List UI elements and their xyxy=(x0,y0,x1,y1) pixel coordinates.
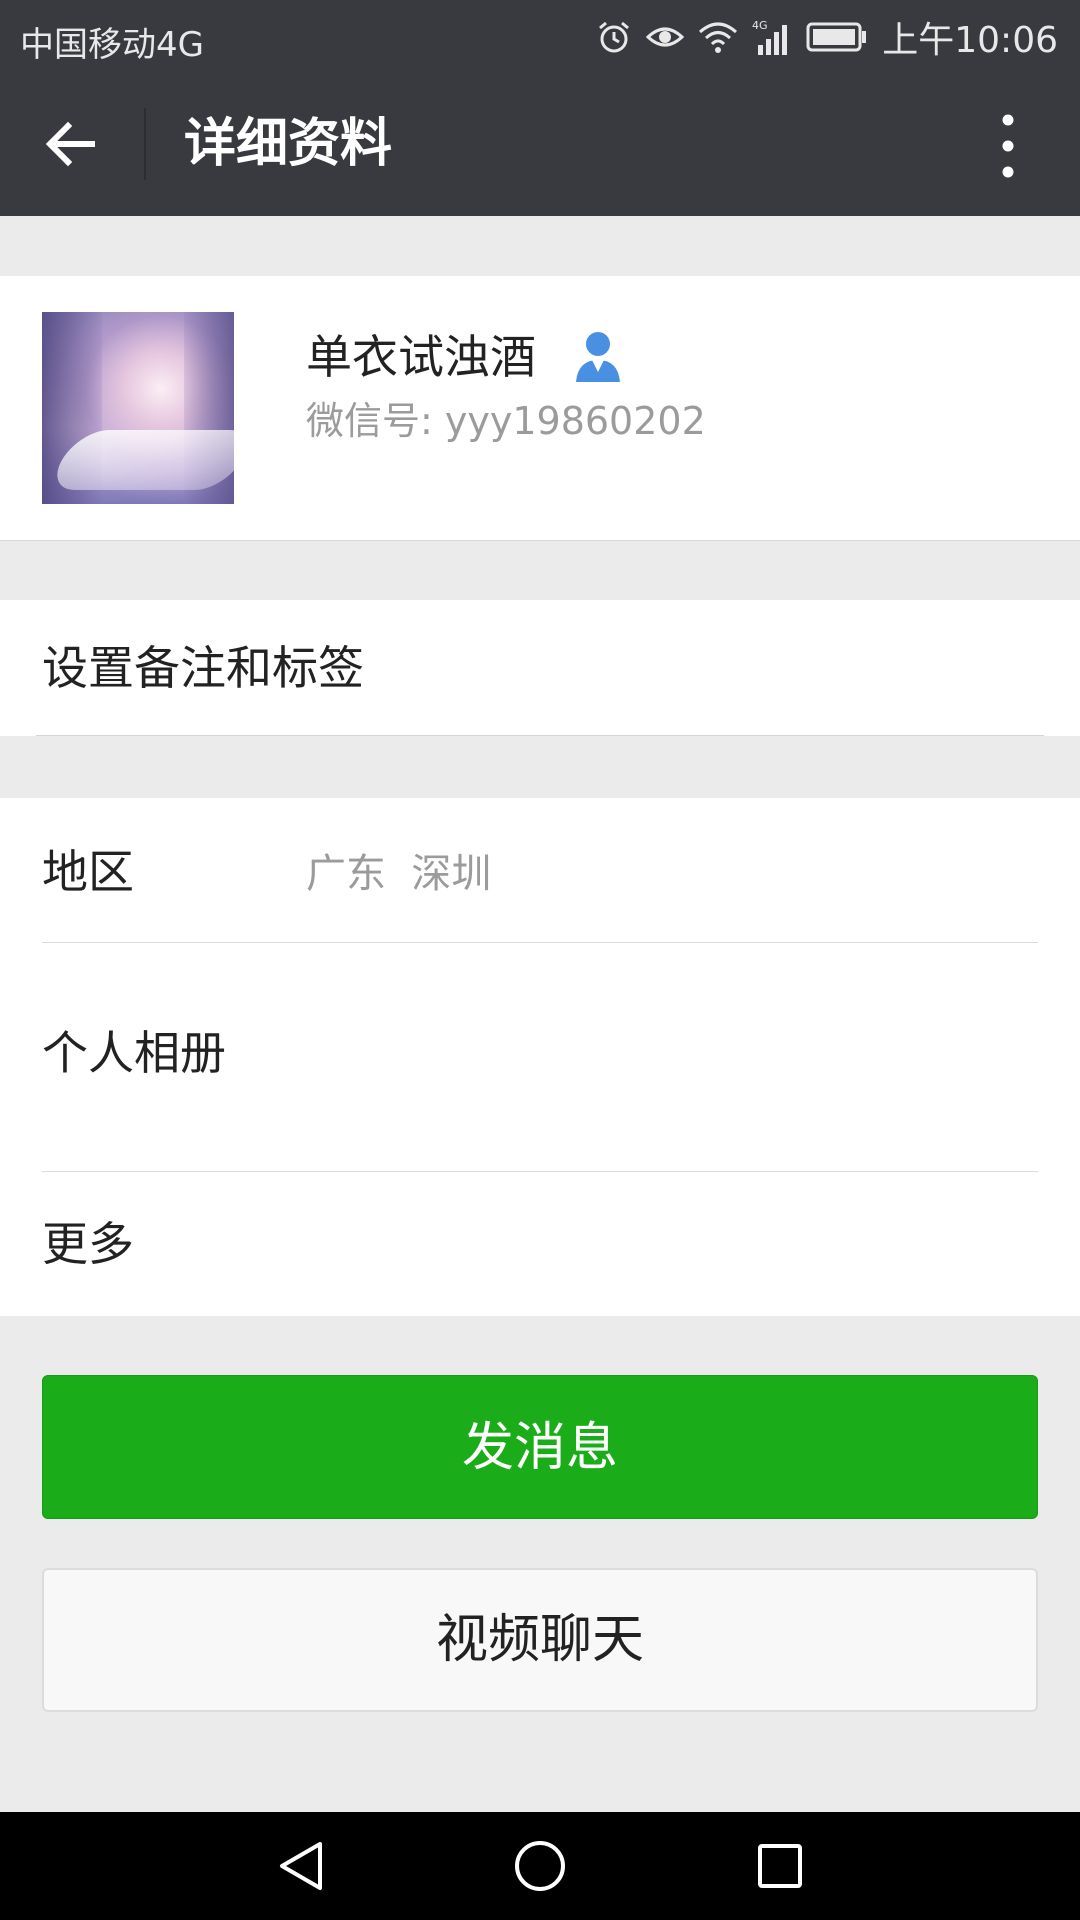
wifi-icon xyxy=(699,22,738,53)
divider xyxy=(36,735,1044,736)
alarm-icon xyxy=(599,21,630,53)
page-title: 详细资料 xyxy=(184,114,393,174)
back-arrow-icon[interactable] xyxy=(40,112,104,176)
home-circle-icon[interactable] xyxy=(510,1836,570,1896)
svg-text:4G: 4G xyxy=(752,19,768,32)
video-chat-button[interactable]: 视频聊天 xyxy=(42,1568,1038,1712)
appbar-divider xyxy=(144,108,146,180)
more-label: 更多 xyxy=(42,1217,134,1271)
app-bar: 详细资料 xyxy=(0,72,1080,216)
region-label: 地区 xyxy=(42,845,134,899)
avatar[interactable] xyxy=(42,312,234,504)
send-message-button[interactable]: 发消息 xyxy=(42,1375,1038,1519)
carrier-label: 中国移动4G xyxy=(20,25,204,65)
back-triangle-icon[interactable] xyxy=(272,1836,332,1896)
more-vertical-icon[interactable] xyxy=(988,110,1028,182)
status-icons: 4G 上午10:06 xyxy=(596,12,1058,62)
status-bar: 中国移动4G 4G 上午10:06 xyxy=(0,0,1080,72)
contact-name: 单衣试浊酒 xyxy=(306,330,536,384)
recents-square-icon[interactable] xyxy=(750,1836,810,1896)
more-row[interactable]: 更多 xyxy=(0,1172,1080,1316)
personal-album-label: 个人相册 xyxy=(42,1026,226,1080)
person-icon xyxy=(576,332,620,382)
eye-icon xyxy=(646,27,685,47)
personal-album-row[interactable]: 个人相册 xyxy=(0,943,1080,1172)
set-remark-tags-label: 设置备注和标签 xyxy=(42,641,364,695)
info-section: 地区 广东 深圳 个人相册 更多 xyxy=(0,798,1080,1316)
wechat-id: 微信号: yyy19860202 xyxy=(306,399,706,443)
system-nav-bar xyxy=(0,1812,1080,1920)
clock: 上午10:06 xyxy=(882,20,1058,61)
region-row: 地区 广东 深圳 xyxy=(0,798,1080,943)
battery-icon xyxy=(806,22,867,52)
region-value: 广东 深圳 xyxy=(306,851,492,897)
4g-signal-icon: 4G xyxy=(752,19,788,55)
profile-card: 单衣试浊酒 微信号: yyy19860202 xyxy=(0,276,1080,541)
set-remark-tags-row[interactable]: 设置备注和标签 xyxy=(0,600,1080,736)
